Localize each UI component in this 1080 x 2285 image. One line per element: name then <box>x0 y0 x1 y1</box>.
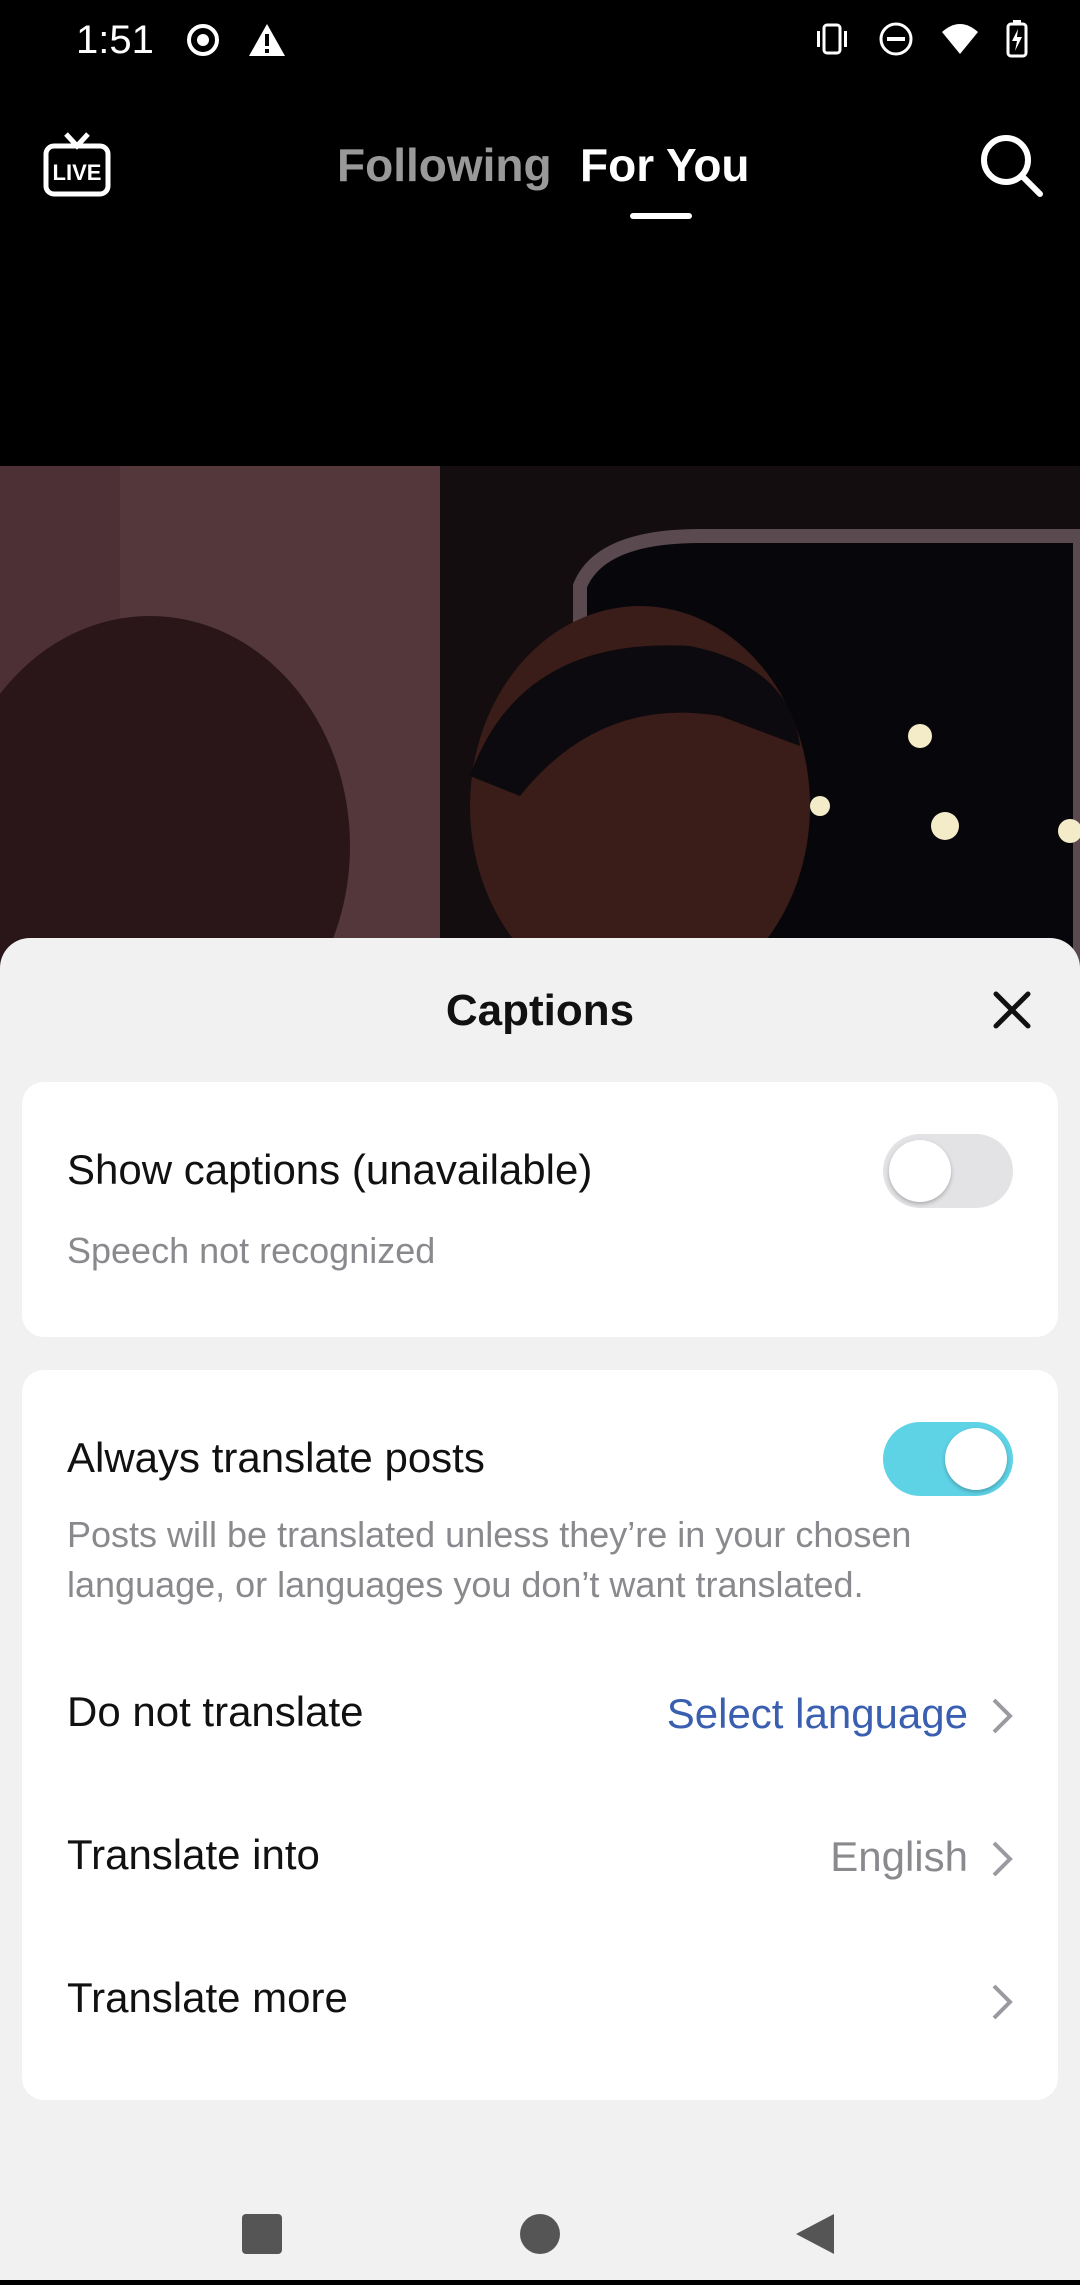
search-icon <box>981 135 1043 197</box>
top-nav: LIVE Following For You <box>0 110 1080 230</box>
show-captions-toggle[interactable] <box>883 1134 1013 1208</box>
status-left-icons <box>185 22 287 63</box>
always-translate-toggle[interactable] <box>883 1422 1013 1496</box>
home-button[interactable] <box>520 2214 560 2254</box>
live-tv-icon: LIVE <box>43 132 111 197</box>
wifi-icon <box>940 22 980 61</box>
recents-button[interactable] <box>242 2214 282 2254</box>
chevron-right-icon <box>992 1984 1013 2020</box>
captions-sheet: Captions Show captions (unavailable) Spe… <box>0 938 1080 2280</box>
show-captions-label: Show captions (unavailable) <box>67 1146 593 1193</box>
do-not-translate-row[interactable]: Do not translate Select language <box>22 1660 1058 1770</box>
show-captions-card: Show captions (unavailable) Speech not r… <box>22 1082 1058 1337</box>
battery-charging-icon <box>1006 20 1028 63</box>
back-button[interactable] <box>796 2214 834 2254</box>
video-player[interactable] <box>0 466 1080 986</box>
status-right-icons <box>812 20 1028 63</box>
active-tab-indicator <box>630 213 692 219</box>
status-time: 1:51 <box>76 18 154 62</box>
chevron-right-icon <box>992 1841 1013 1877</box>
vibrate-icon <box>812 21 852 62</box>
warning-icon <box>247 22 287 63</box>
live-button[interactable]: LIVE <box>42 130 112 200</box>
chevron-right-icon <box>992 1698 1013 1734</box>
toggle-knob <box>945 1428 1007 1490</box>
always-translate-description: Posts will be translated unless they’re … <box>67 1510 911 1610</box>
status-bar: 1:51 <box>0 0 1080 90</box>
translate-more-row[interactable]: Translate more <box>22 1946 1058 2056</box>
description-line-1: Posts will be translated unless they’re … <box>67 1514 912 1555</box>
record-icon <box>185 22 221 63</box>
description-line-2: language, or languages you don’t want tr… <box>67 1564 864 1605</box>
always-translate-label: Always translate posts <box>67 1434 485 1481</box>
tab-following[interactable]: Following <box>337 138 552 192</box>
do-not-translate-label: Do not translate <box>67 1688 364 1735</box>
video-frame <box>0 466 1080 986</box>
translate-into-label: Translate into <box>67 1831 320 1878</box>
close-button[interactable] <box>990 988 1034 1032</box>
close-icon <box>993 991 1031 1029</box>
translate-into-value: English <box>830 1833 968 1880</box>
system-nav-bar <box>0 2170 1080 2280</box>
select-language-link[interactable]: Select language <box>667 1690 968 1738</box>
sheet-title: Captions <box>445 986 635 1035</box>
translate-more-label: Translate more <box>67 1974 348 2021</box>
do-not-disturb-icon <box>878 21 914 62</box>
tab-for-you[interactable]: For You <box>580 138 750 192</box>
search-button[interactable] <box>976 130 1046 200</box>
translate-into-row[interactable]: Translate into English <box>22 1803 1058 1913</box>
toggle-knob <box>889 1140 951 1202</box>
show-captions-sublabel: Speech not recognized <box>67 1230 436 1271</box>
svg-text:LIVE: LIVE <box>53 160 102 185</box>
translation-card: Always translate posts Posts will be tra… <box>22 1370 1058 2100</box>
